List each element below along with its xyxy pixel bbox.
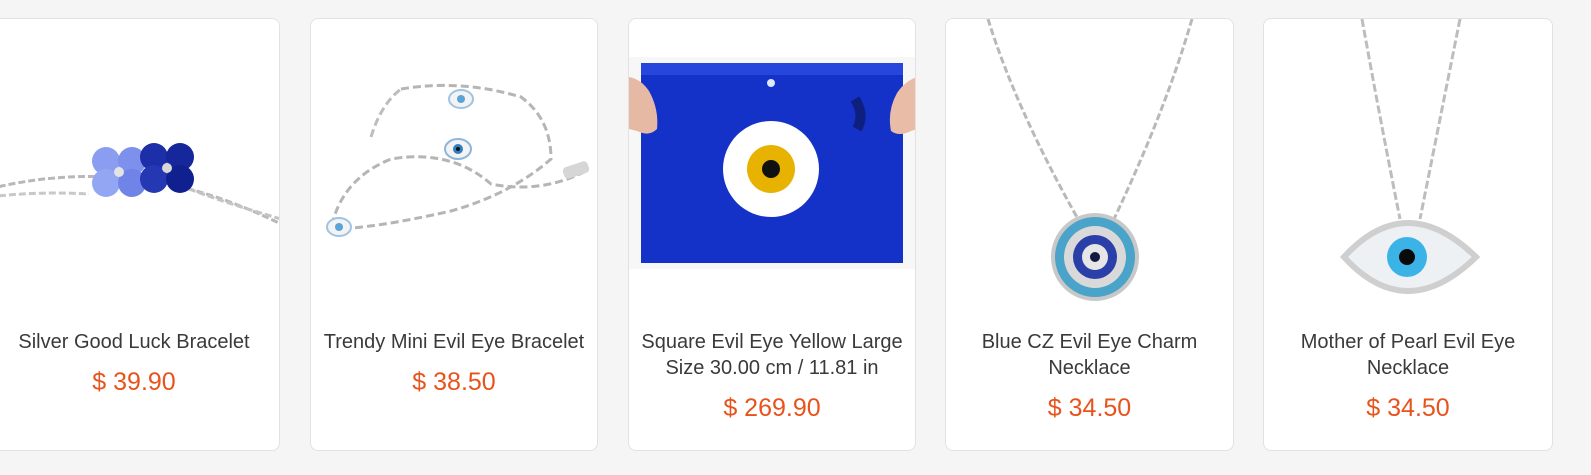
product-image-clover-bracelet[interactable]	[0, 19, 279, 309]
product-price: $ 34.50	[1047, 394, 1132, 422]
product-card[interactable]: Silver Good Luck Bracelet $ 39.90	[0, 18, 280, 451]
product-card[interactable]: Blue CZ Evil Eye Charm Necklace $ 34.50	[945, 18, 1234, 451]
product-card[interactable]: Trendy Mini Evil Eye Bracelet $ 38.50	[310, 18, 598, 451]
product-price: $ 269.90	[723, 394, 821, 422]
product-image-pearl-eye-necklace[interactable]	[1264, 19, 1552, 309]
product-info: Square Evil Eye Yellow Large Size 30.00 …	[629, 329, 915, 423]
product-info: Mother of Pearl Evil Eye Necklace $ 34.5…	[1264, 329, 1552, 423]
product-image-mini-evil-eye-bracelet[interactable]	[311, 19, 597, 309]
product-name[interactable]: Silver Good Luck Bracelet	[0, 329, 279, 355]
product-image-blue-cz-necklace[interactable]	[946, 19, 1233, 309]
product-image-square-evil-eye[interactable]	[629, 19, 915, 309]
product-price: $ 38.50	[412, 368, 496, 396]
product-name[interactable]: Blue CZ Evil Eye Charm Necklace	[946, 329, 1233, 381]
product-info: Blue CZ Evil Eye Charm Necklace $ 34.50	[946, 329, 1233, 423]
product-name[interactable]: Trendy Mini Evil Eye Bracelet	[311, 329, 597, 355]
product-card[interactable]: Mother of Pearl Evil Eye Necklace $ 34.5…	[1263, 18, 1553, 451]
product-info: Silver Good Luck Bracelet $ 39.90	[0, 329, 279, 397]
product-price: $ 34.50	[1366, 394, 1450, 422]
product-price: $ 39.90	[92, 368, 176, 396]
product-carousel: Silver Good Luck Bracelet $ 39.90 Trendy…	[0, 0, 1591, 475]
product-info: Trendy Mini Evil Eye Bracelet $ 38.50	[311, 329, 597, 397]
product-card[interactable]: Square Evil Eye Yellow Large Size 30.00 …	[628, 18, 916, 451]
product-name[interactable]: Square Evil Eye Yellow Large Size 30.00 …	[629, 329, 915, 381]
product-name[interactable]: Mother of Pearl Evil Eye Necklace	[1264, 329, 1552, 381]
